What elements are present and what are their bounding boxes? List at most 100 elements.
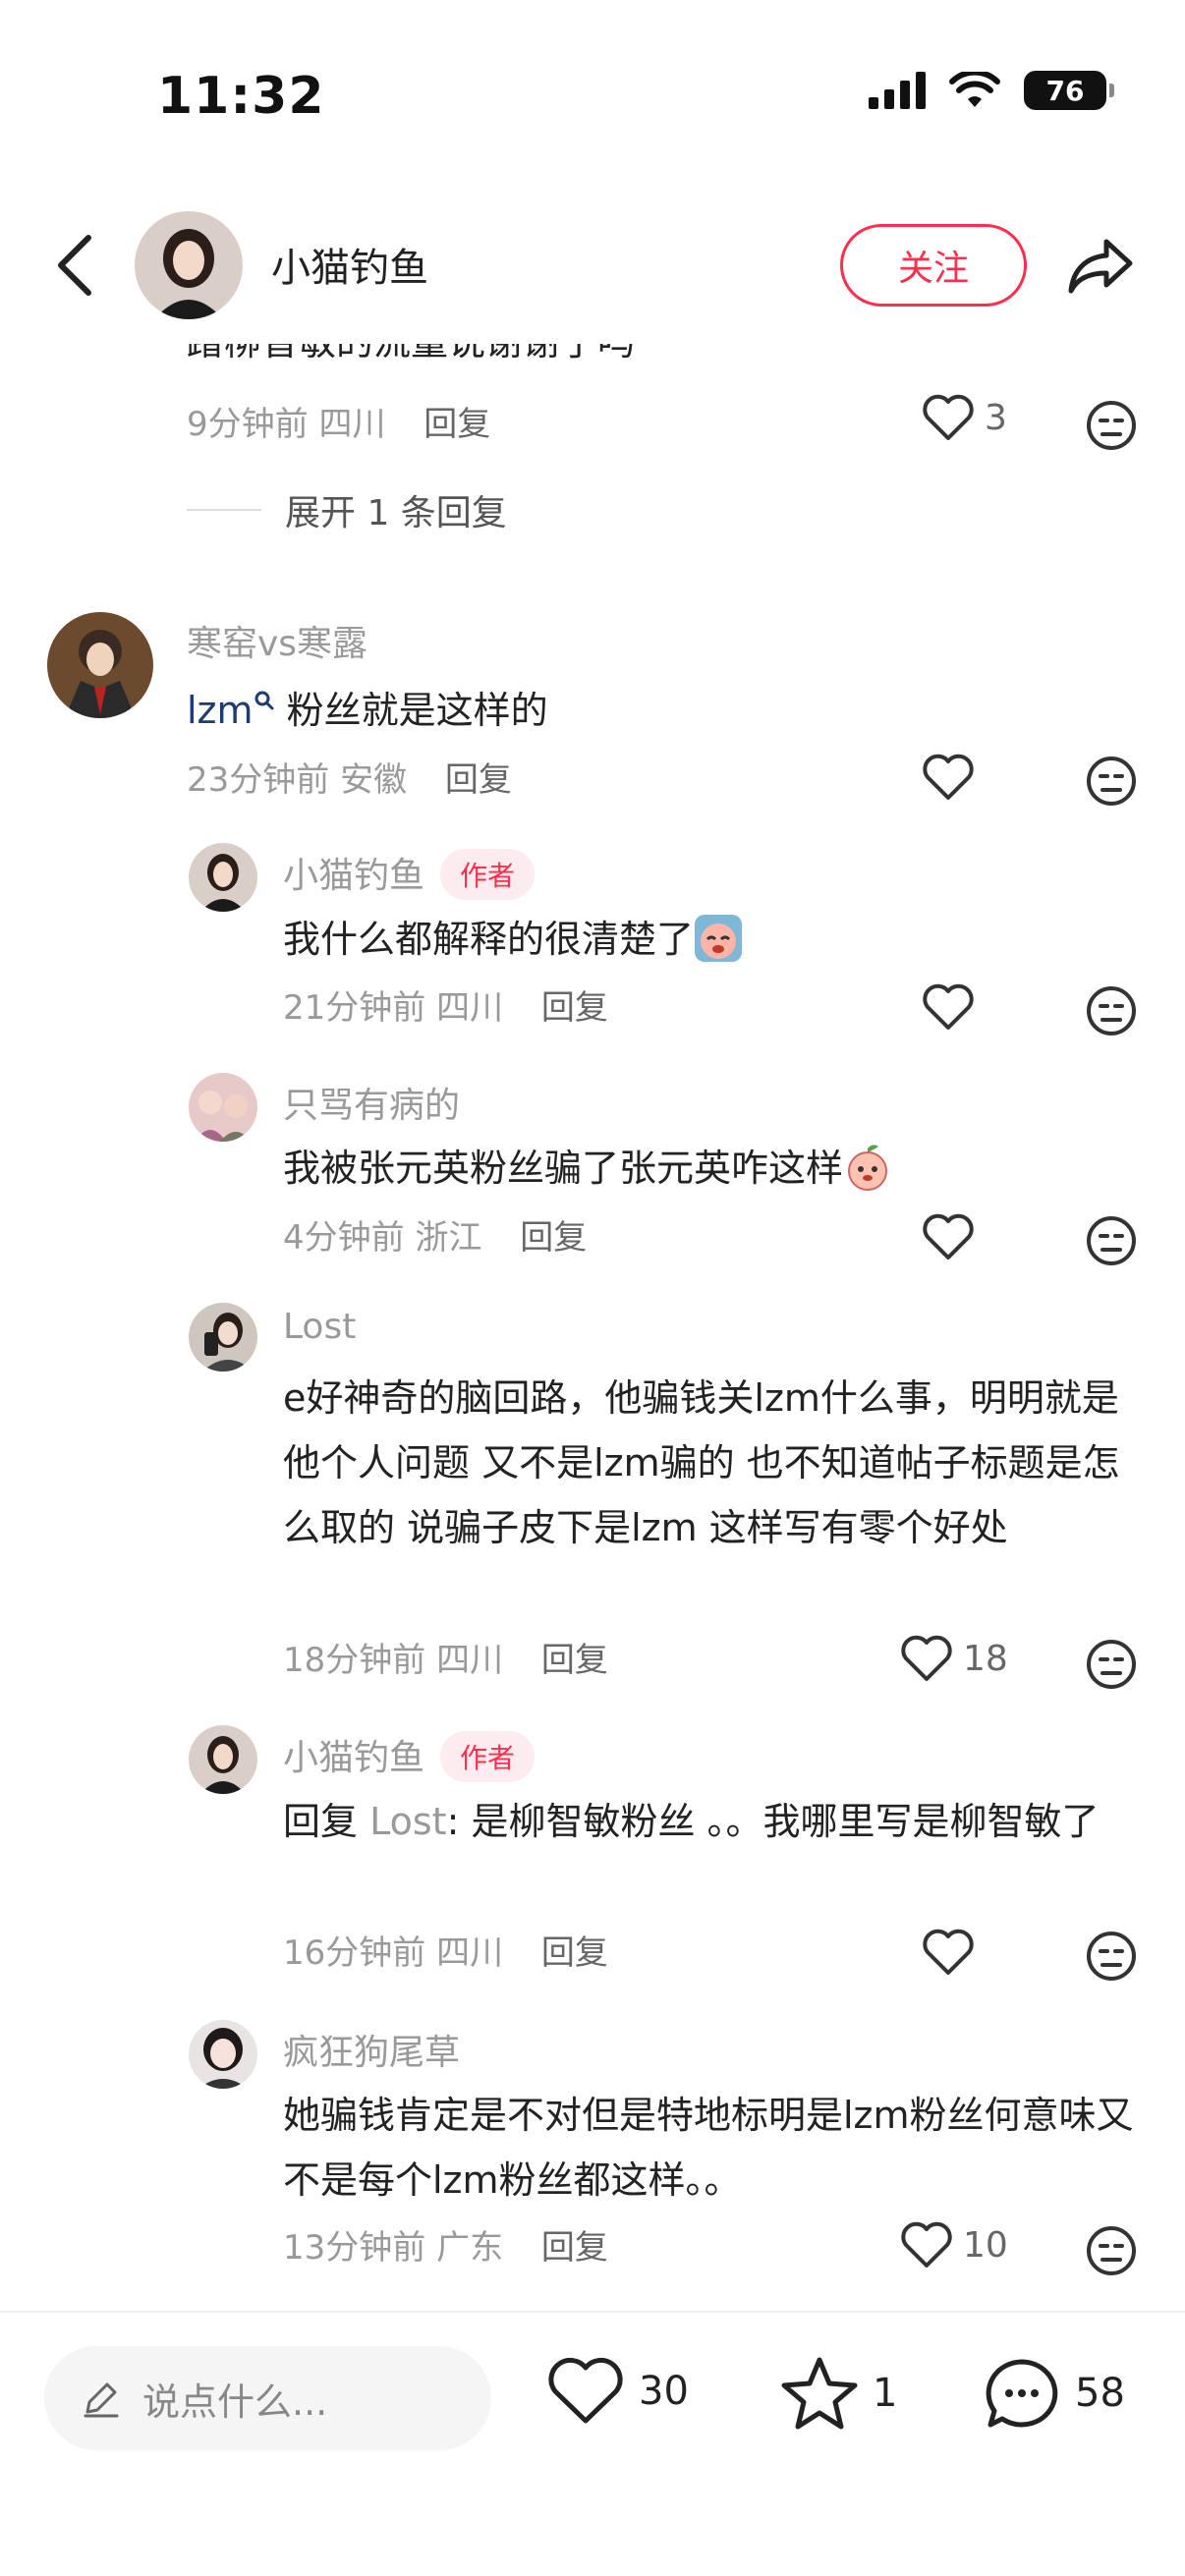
commenter-avatar[interactable] [189,1303,257,1372]
reply-username[interactable]: 小猫钓鱼 [283,856,424,896]
comment-location: 四川 [436,1641,504,1680]
heart-icon [923,1213,974,1260]
reply-button[interactable]: 回复 [541,1933,608,1973]
share-icon [1068,239,1133,294]
comment-time: 21分钟前 [283,988,426,1028]
like-note-button[interactable]: 30 [546,2356,689,2427]
comment-meta: 4分钟前 浙江 回复 [283,1210,587,1259]
author-name[interactable]: 小猫钓鱼 [271,236,428,293]
like-count: 10 [963,2224,1008,2266]
comment-location: 四川 [436,1933,504,1973]
comment-text: 我被张元英粉丝骗了张元英咋这样 [283,1136,1128,1201]
dislike-face-icon[interactable] [1085,984,1138,1037]
mention-link[interactable]: lzm [187,689,254,732]
signal-icon [869,72,926,109]
note-star-count: 1 [873,2371,898,2416]
comment-meta: 13分钟前 广东 回复 [283,2220,608,2268]
reply-username[interactable]: 小猫钓鱼 [283,1738,424,1778]
comment-time: 13分钟前 [283,2228,426,2268]
like-button[interactable] [922,1928,975,1977]
collect-note-button[interactable]: 1 [780,2356,897,2431]
heart-icon [923,983,974,1030]
comment-bubble-icon [986,2359,1058,2428]
note-comment-count: 58 [1075,2371,1125,2416]
commenter-name: 小猫钓鱼 作者 [283,1729,536,1785]
search-mini-icon [254,691,274,710]
reply-to-user[interactable]: Lost [369,1800,446,1843]
dislike-face-icon[interactable] [1085,1930,1138,1983]
commenter-name[interactable]: 寒窑vs寒露 [187,615,367,666]
heart-icon [548,2357,623,2424]
like-button[interactable] [922,1212,975,1261]
commenter-name[interactable]: 疯狂狗尾草 [283,2024,460,2075]
dislike-face-icon[interactable] [1085,1638,1138,1691]
follow-button[interactable]: 关注 [840,224,1027,307]
heart-icon [923,754,974,800]
dislike-face-icon[interactable] [1085,399,1138,452]
comment-time: 9分钟前 [187,405,309,444]
dislike-face-icon[interactable] [1085,755,1138,808]
heart-icon [923,394,974,440]
back-button[interactable] [45,226,104,305]
note-header: 小猫钓鱼 关注 [0,187,1185,344]
comment-text: 我什么都解释的很清楚了 [283,907,1128,972]
comment-location: 四川 [318,405,386,444]
like-button[interactable]: 3 [922,393,1007,442]
comment-time: 23分钟前 [187,760,330,800]
heart-icon [901,1635,952,1681]
like-button[interactable]: 10 [900,2220,1008,2269]
comment-time: 16分钟前 [283,1933,426,1973]
comment-text: 回复 Lost: 是柳智敏粉丝 。。我哪里写是柳智敏了 [283,1789,1138,1854]
author-badge: 作者 [440,849,536,900]
pencil-icon [84,2382,119,2418]
comment-meta: 16分钟前 四川 回复 [283,1926,608,1974]
like-button[interactable] [922,753,975,802]
like-count: 18 [963,1638,1008,1679]
commenter-avatar[interactable] [189,1073,257,1142]
reply-button[interactable]: 回复 [520,1218,587,1258]
like-count: 3 [985,397,1007,438]
heart-icon [923,1929,974,1975]
status-time: 11:32 [157,67,325,126]
commenter-avatar[interactable] [189,843,257,912]
comment-body: 我什么都解释的很清楚了 [283,918,695,961]
dislike-face-icon[interactable] [1085,2224,1138,2277]
comment-location: 安徽 [340,760,408,800]
commenter-name[interactable]: Lost [283,1307,356,1347]
reply-button[interactable]: 回复 [541,988,608,1028]
commenter-avatar[interactable] [189,2020,257,2089]
comment-meta: 23分钟前 安徽 回复 [187,753,512,801]
heart-icon [901,2221,952,2268]
expand-replies-button[interactable]: 展开 1 条回复 [187,484,507,535]
back-arrow-icon [58,235,91,296]
comment-time: 18分钟前 [283,1641,426,1680]
reply-button[interactable]: 回复 [423,405,490,444]
share-button[interactable] [1061,226,1140,305]
like-button[interactable]: 18 [900,1634,1008,1683]
commenter-avatar[interactable] [189,1725,257,1794]
comment-meta: 18分钟前 四川 回复 [283,1633,608,1681]
like-button[interactable] [922,982,975,1032]
dislike-face-icon[interactable] [1085,1214,1138,1267]
reply-button[interactable]: 回复 [541,2228,608,2268]
commenter-name[interactable]: 只骂有病的 [283,1077,460,1128]
comment-input[interactable]: 说点什么... [44,2346,491,2450]
bottom-action-bar: 说点什么... 30 1 58 [0,2311,1185,2576]
peach-emoji-icon [848,1144,888,1191]
comment-time: 4分钟前 [283,1218,405,1258]
author-avatar[interactable] [135,211,243,319]
comment-text: 蹭柳智敏的流量说谢谢了吗 [187,344,1120,374]
comment-note-button[interactable]: 58 [983,2356,1125,2431]
comment-location: 浙江 [415,1218,482,1258]
comment-input-placeholder: 说点什么... [142,2380,328,2424]
author-badge: 作者 [440,1731,536,1782]
comment-body: : 是柳智敏粉丝 。。我哪里写是柳智敏了 [446,1800,1100,1843]
star-icon [781,2357,858,2430]
reply-button[interactable]: 回复 [541,1641,608,1680]
reply-button[interactable]: 回复 [445,760,512,800]
battery-icon: 76 [1024,71,1114,110]
wifi-icon [949,72,1000,107]
reply-prefix: 回复 [283,1800,359,1843]
comment-text: 她骗钱肯定是不对但是特地标明是lzm粉丝何意味又不是每个lzm粉丝都这样。。 [283,2094,1134,2202]
commenter-avatar[interactable] [47,612,153,718]
